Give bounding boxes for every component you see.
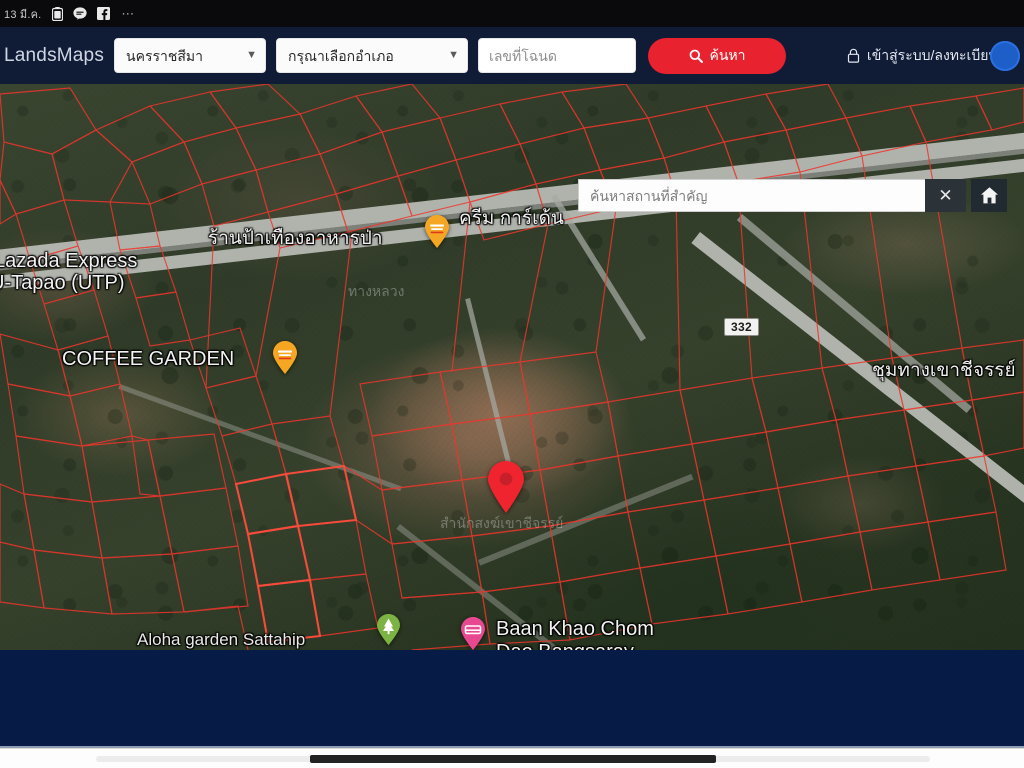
search-icon [689, 49, 703, 63]
status-date: 13 มี.ค. [4, 8, 42, 21]
status-overflow: ⋯ [121, 5, 136, 21]
district-select-wrapper[interactable]: กรุณาเลือกอำเภอ ▼ [276, 38, 469, 73]
clear-search-button[interactable]: ✕ [925, 179, 966, 212]
avatar[interactable] [990, 40, 1020, 71]
lock-icon [847, 48, 860, 63]
cadastral-parcel-overlay [0, 84, 1024, 650]
bottom-panel [0, 650, 1024, 748]
landsmaps-app: 13 มี.ค. ⋯ LandsMaps นครราชสีมา ▼ กรุณาเ… [0, 0, 1024, 768]
battery-icon [50, 6, 64, 21]
os-status-bar: 13 มี.ค. ⋯ [0, 0, 1024, 27]
close-icon: ✕ [938, 186, 953, 205]
place-search-bar: ✕ [578, 179, 1007, 212]
home-icon [980, 186, 999, 205]
home-button[interactable] [971, 179, 1007, 212]
place-search-input[interactable] [578, 179, 925, 212]
login-register-link[interactable]: เข้าสู่ระบบ/ลงทะเบียน [847, 40, 1020, 71]
scrollbar-thumb[interactable] [310, 755, 716, 763]
map-viewport[interactable]: 332 ร้านป้าเทืองอาหารป่า ครีม การ์เด้น L… [0, 84, 1024, 650]
app-header: LandsMaps นครราชสีมา ▼ กรุณาเลือกอำเภอ ▼… [0, 27, 1024, 84]
search-button-label: ค้นหา [709, 46, 746, 63]
deed-number-input[interactable] [478, 38, 637, 73]
province-select-wrapper[interactable]: นครราชสีมา ▼ [114, 38, 267, 73]
facebook-icon [96, 7, 110, 21]
satellite-imagery: 332 ร้านป้าเทืองอาหารป่า ครีม การ์เด้น L… [0, 84, 1024, 650]
login-register-label: เข้าสู่ระบบ/ลงทะเบียน [866, 46, 998, 63]
app-brand: LandsMaps [4, 44, 105, 66]
highway-shield: 332 [724, 318, 759, 337]
district-select[interactable]: กรุณาเลือกอำเภอ [276, 38, 469, 73]
search-button[interactable]: ค้นหา [648, 37, 787, 74]
line-app-icon [73, 7, 88, 21]
province-select[interactable]: นครราชสีมา [114, 38, 267, 73]
horizontal-scrollbar[interactable] [0, 748, 1024, 768]
